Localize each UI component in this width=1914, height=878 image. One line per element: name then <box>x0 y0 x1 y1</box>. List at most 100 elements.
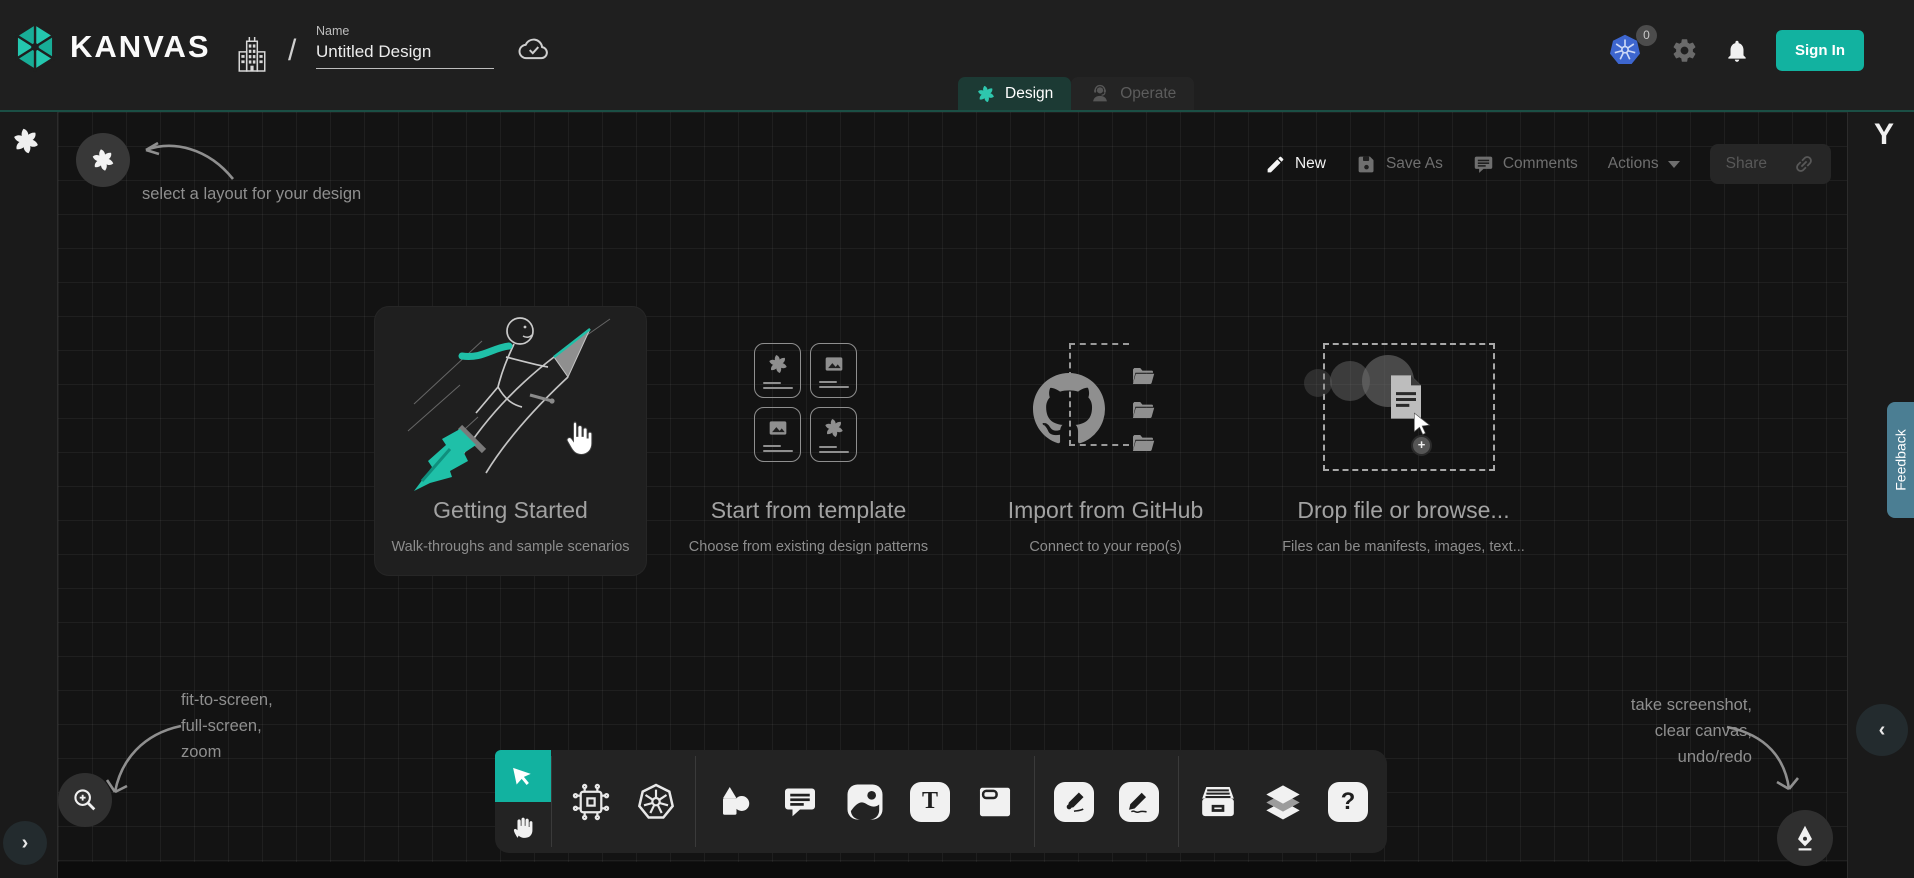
rocket-doodle-illustration <box>397 309 627 494</box>
design-canvas[interactable]: select a layout for your design New Save… <box>58 112 1847 862</box>
canvas-actions-button[interactable] <box>1777 810 1833 866</box>
tab-design-label: Design <box>1005 85 1053 103</box>
infrastructure-tool[interactable] <box>569 780 613 824</box>
zoom-controls-button[interactable] <box>58 773 112 827</box>
pen-tile <box>1054 782 1094 822</box>
kanvas-logo-icon <box>12 22 58 72</box>
card-title: Start from template <box>673 497 944 524</box>
left-rail: › <box>0 112 58 878</box>
gear-icon <box>1671 37 1698 64</box>
image-icon <box>845 782 885 822</box>
toolbar-group-misc: ? <box>1179 750 1387 853</box>
folder-icon <box>1128 431 1158 455</box>
card-getting-started[interactable]: Getting Started Walk-throughs and sample… <box>375 307 646 575</box>
comments-button[interactable]: Comments <box>1473 154 1578 175</box>
settings-button[interactable] <box>1671 37 1698 64</box>
github-octocat-icon <box>1033 373 1105 445</box>
pointer-tool[interactable] <box>495 750 551 802</box>
card-subtitle: Connect to your repo(s) <box>970 539 1241 555</box>
pencil-tool[interactable] <box>1117 780 1161 824</box>
card-drop-file[interactable]: + Drop file or browse... Files can be ma… <box>1268 307 1539 575</box>
pan-tool[interactable] <box>495 802 551 854</box>
magnifier-plus-icon <box>71 786 99 814</box>
toolbar-group-elements: T <box>696 750 1034 853</box>
actions-label: Actions <box>1608 155 1659 173</box>
folder-icon <box>1128 364 1158 388</box>
pen-nib-icon <box>1791 824 1819 852</box>
kubernetes-tool[interactable] <box>634 780 678 824</box>
feedback-tab[interactable]: Feedback <box>1887 402 1914 518</box>
text-tile: T <box>910 782 950 822</box>
share-button[interactable]: Share <box>1710 144 1831 184</box>
design-name-input[interactable] <box>316 42 494 69</box>
new-label: New <box>1295 155 1326 173</box>
comment-tool[interactable] <box>778 780 822 824</box>
plus-badge: + <box>1411 435 1432 456</box>
component-drawer-tool[interactable] <box>1196 780 1240 824</box>
mode-tabs: Design Operate <box>958 77 1194 110</box>
tab-operate[interactable]: Operate <box>1071 77 1194 110</box>
kubernetes-wheel-icon <box>636 782 676 822</box>
card-start-from-template[interactable]: Start from template Choose from existing… <box>673 307 944 575</box>
kubernetes-context-button[interactable]: 0 <box>1607 31 1645 71</box>
template-tile <box>754 343 801 398</box>
template-tile <box>810 407 857 462</box>
actions-dropdown[interactable]: Actions <box>1608 155 1680 173</box>
layout-flower-icon <box>90 147 116 173</box>
share-label: Share <box>1726 155 1767 173</box>
image-icon <box>766 418 790 438</box>
chip-icon <box>572 783 610 821</box>
layers-tool[interactable] <box>1261 780 1305 824</box>
feedback-label: Feedback <box>1893 429 1909 490</box>
pinwheel-icon <box>823 417 845 439</box>
layout-selector-button[interactable] <box>76 133 130 187</box>
notifications-button[interactable] <box>1724 38 1750 64</box>
help-tool[interactable]: ? <box>1326 780 1370 824</box>
pen-icon <box>1061 789 1087 815</box>
text-tool[interactable]: T <box>908 780 952 824</box>
toolbar-group-draw <box>1035 750 1178 853</box>
template-thumbnails <box>754 343 857 462</box>
image-tool[interactable] <box>843 780 887 824</box>
header-actions: 0 Sign In <box>1607 30 1864 71</box>
template-tile <box>810 343 857 398</box>
hand-cursor-icon <box>560 419 598 457</box>
template-tile <box>754 407 801 462</box>
cloud-sync-icon[interactable] <box>518 36 550 68</box>
cursor-arrow-icon <box>1410 411 1436 437</box>
card-import-from-github[interactable]: Import from GitHub Connect to your repo(… <box>970 307 1241 575</box>
organization-icon[interactable] <box>232 30 272 78</box>
motion-circle <box>1304 369 1332 397</box>
comments-label: Comments <box>1503 155 1578 173</box>
collapse-right-panel-button[interactable]: ‹ <box>1856 704 1908 756</box>
sticky-note-icon <box>976 783 1014 821</box>
cursor-icon <box>509 762 537 790</box>
card-title: Getting Started <box>375 497 646 524</box>
sticky-note-tool[interactable] <box>973 780 1017 824</box>
brand-name: KANVAS <box>70 29 211 65</box>
card-title: Import from GitHub <box>970 497 1241 524</box>
pen-tool[interactable] <box>1052 780 1096 824</box>
hand-icon <box>510 814 536 840</box>
y-logo: Y <box>1874 118 1894 152</box>
layers-icon <box>1263 782 1303 822</box>
shapes-icon <box>717 784 753 820</box>
expand-left-panel-button[interactable]: › <box>3 821 47 865</box>
card-subtitle: Choose from existing design patterns <box>673 539 944 555</box>
design-name-label: Name <box>316 24 494 38</box>
kanvas-spinner-icon <box>11 126 41 161</box>
tab-design[interactable]: Design <box>958 77 1071 110</box>
new-button[interactable]: New <box>1265 154 1326 175</box>
save-as-button[interactable]: Save As <box>1356 154 1443 175</box>
card-subtitle: Files can be manifests, images, text... <box>1268 539 1539 555</box>
image-icon <box>822 354 846 374</box>
tab-operate-label: Operate <box>1120 85 1176 103</box>
comment-bubble-icon <box>782 784 818 820</box>
shapes-tool[interactable] <box>713 780 757 824</box>
kubernetes-count-badge: 0 <box>1636 25 1657 46</box>
pencil-icon <box>1265 154 1286 175</box>
sign-in-button[interactable]: Sign In <box>1776 30 1864 71</box>
save-as-label: Save As <box>1386 155 1443 173</box>
pinwheel-icon <box>767 353 789 375</box>
card-subtitle: Walk-throughs and sample scenarios <box>375 539 646 555</box>
